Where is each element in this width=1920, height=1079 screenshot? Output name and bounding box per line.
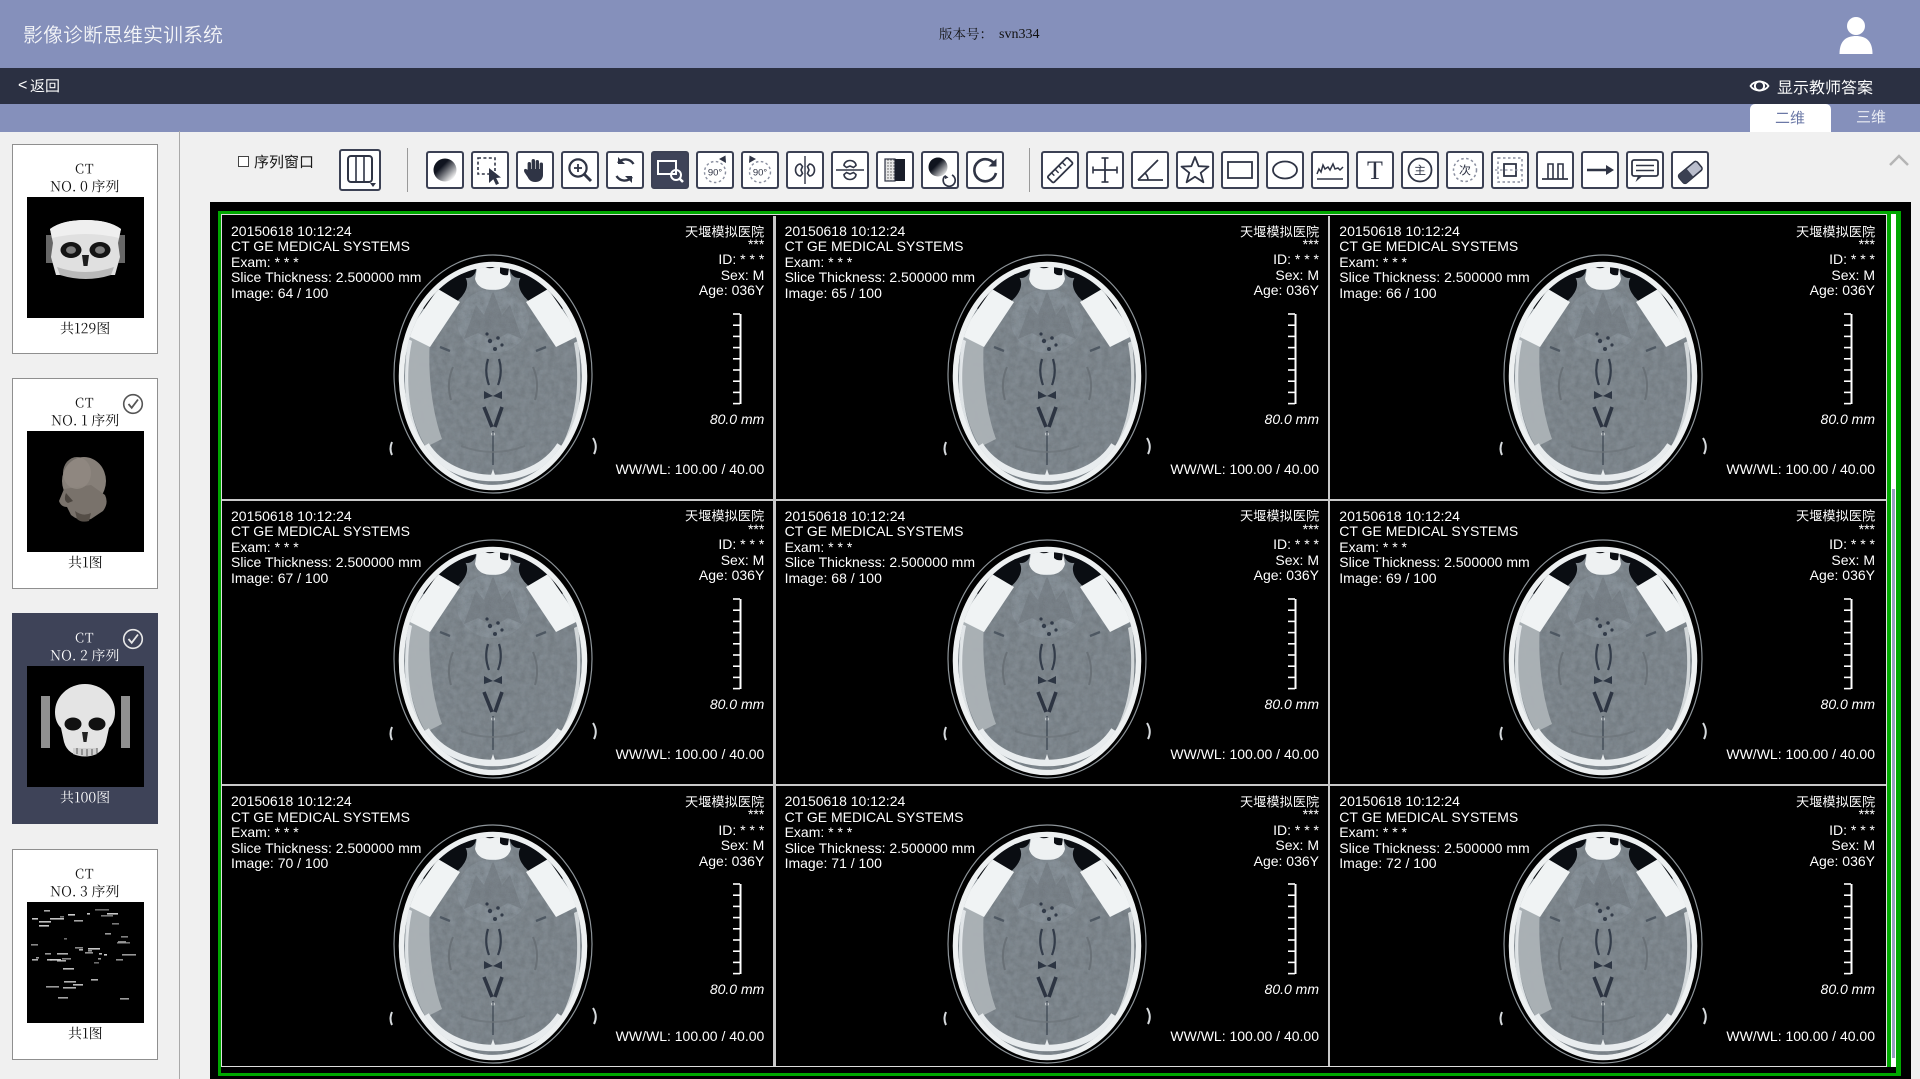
svg-text:T: T <box>1367 156 1383 185</box>
svg-text:90°: 90° <box>752 168 767 179</box>
svg-text:90°: 90° <box>707 168 722 179</box>
